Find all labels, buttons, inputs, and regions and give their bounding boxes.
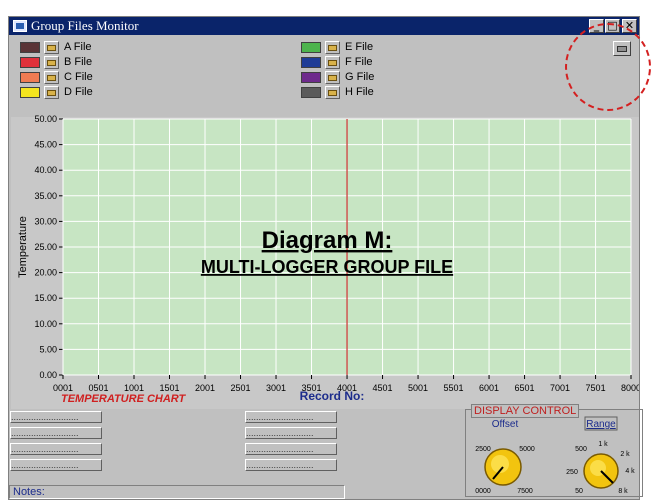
x-tick-label: 3001: [266, 383, 286, 393]
open-file-icon[interactable]: [325, 56, 340, 69]
open-file-icon[interactable]: [325, 41, 340, 54]
x-tick-label: 0001: [53, 383, 73, 393]
offset-label: Offset: [492, 419, 519, 430]
color-swatch[interactable]: [301, 87, 321, 98]
range-scale-1k: 1 k: [598, 441, 608, 448]
y-tick-label: 35.00: [34, 191, 57, 201]
color-swatch[interactable]: [20, 42, 40, 53]
range-scale-50: 50: [575, 488, 583, 495]
function-button[interactable]: ...........................: [245, 459, 337, 471]
chart-title: Diagram M:: [262, 227, 393, 254]
range-scale-4k: 4 k: [625, 468, 635, 475]
y-tick-label: 10.00: [34, 319, 57, 329]
x-tick-label: 1001: [124, 383, 144, 393]
function-button[interactable]: ...........................: [245, 427, 337, 439]
range-button[interactable]: Range: [586, 419, 616, 430]
open-file-icon[interactable]: [44, 56, 59, 69]
x-tick-label: 6001: [479, 383, 499, 393]
open-file-icon[interactable]: [44, 41, 59, 54]
color-swatch[interactable]: [301, 72, 321, 83]
function-button[interactable]: ...........................: [10, 427, 102, 439]
color-swatch[interactable]: [20, 87, 40, 98]
x-tick-label: 0501: [88, 383, 108, 393]
y-tick-label: 25.00: [34, 242, 57, 252]
temperature-chart: 0.00 5.00 10.00 15.00 20.00 25.00 30.00 35.00 40…: [17, 114, 639, 405]
offset-scale-7500: 7500: [517, 488, 533, 495]
y-tick-labels: 0.00 5.00 10.00 15.00 20.00 25.00 30.00 35.00 40…: [34, 114, 57, 380]
y-tick-label: 0.00: [39, 370, 57, 380]
notes-field[interactable]: Notes:: [9, 485, 345, 499]
title-bar[interactable]: Group Files Monitor _ □ ✕: [9, 17, 639, 35]
range-scale-250: 250: [566, 469, 578, 476]
x-tick-label: 2501: [231, 383, 251, 393]
legend-label: G File: [345, 71, 375, 83]
x-tick-label: 5501: [444, 383, 464, 393]
x-tick-label: 6501: [515, 383, 535, 393]
range-scale-2k: 2 k: [620, 451, 630, 458]
legend-label: D File: [64, 86, 93, 98]
legend-label: B File: [64, 56, 93, 68]
app-icon: [13, 20, 27, 32]
function-button[interactable]: ...........................: [10, 443, 102, 455]
function-button[interactable]: ...........................: [245, 411, 337, 423]
x-axis-label: Record No:: [300, 389, 365, 403]
legend-label: A File: [64, 41, 92, 53]
x-tick-label: 7501: [586, 383, 606, 393]
chart-caption: TEMPERATURE CHART: [61, 393, 187, 405]
x-tick-label: 2001: [195, 383, 215, 393]
open-file-icon[interactable]: [325, 71, 340, 84]
range-scale-8k: 8 k: [618, 488, 628, 495]
y-tick-label: 20.00: [34, 268, 57, 278]
legend-label: C File: [64, 71, 93, 83]
offset-knob[interactable]: [484, 448, 522, 486]
function-button[interactable]: ...........................: [245, 443, 337, 455]
y-tick-label: 45.00: [34, 140, 57, 150]
color-swatch[interactable]: [20, 72, 40, 83]
window-title: Group Files Monitor: [31, 18, 139, 33]
y-axis-label: Temperature: [17, 216, 29, 278]
x-tick-label: 4501: [373, 383, 393, 393]
group-files-monitor-window: Group Files Monitor _ □ ✕ A File B File C …: [8, 16, 651, 500]
x-tick-label: 1501: [159, 383, 179, 393]
offset-scale-0000: 0000: [475, 488, 491, 495]
y-tick-label: 50.00: [34, 114, 57, 124]
x-tick-label: 7001: [550, 383, 570, 393]
range-scale-500: 500: [575, 446, 587, 453]
range-knob[interactable]: [583, 453, 619, 489]
chart-subtitle: MULTI-LOGGER GROUP FILE: [201, 257, 453, 277]
notes-label: Notes:: [13, 486, 45, 498]
y-tick-label: 30.00: [34, 216, 57, 226]
legend-label: H File: [345, 86, 374, 98]
y-tick-label: 40.00: [34, 165, 57, 175]
offset-scale-2500: 2500: [475, 446, 491, 453]
highlight-circle: [565, 23, 651, 111]
offset-scale-5000: 5000: [519, 446, 535, 453]
display-control-knobs: Offset Range 2500 5000 0000 7500 500 1 k…: [475, 416, 635, 495]
legend-label: E File: [345, 41, 374, 53]
function-button[interactable]: ...........................: [10, 411, 102, 423]
x-tick-label: 8000: [621, 383, 639, 393]
function-button[interactable]: ...........................: [10, 459, 102, 471]
y-tick-label: 15.00: [34, 293, 57, 303]
open-file-icon[interactable]: [44, 86, 59, 99]
color-swatch[interactable]: [301, 57, 321, 68]
y-tick-label: 5.00: [39, 344, 57, 354]
color-swatch[interactable]: [20, 57, 40, 68]
open-file-icon[interactable]: [44, 71, 59, 84]
x-tick-label: 5001: [408, 383, 428, 393]
legend-label: F File: [345, 56, 373, 68]
color-swatch[interactable]: [301, 42, 321, 53]
open-file-icon[interactable]: [325, 86, 340, 99]
